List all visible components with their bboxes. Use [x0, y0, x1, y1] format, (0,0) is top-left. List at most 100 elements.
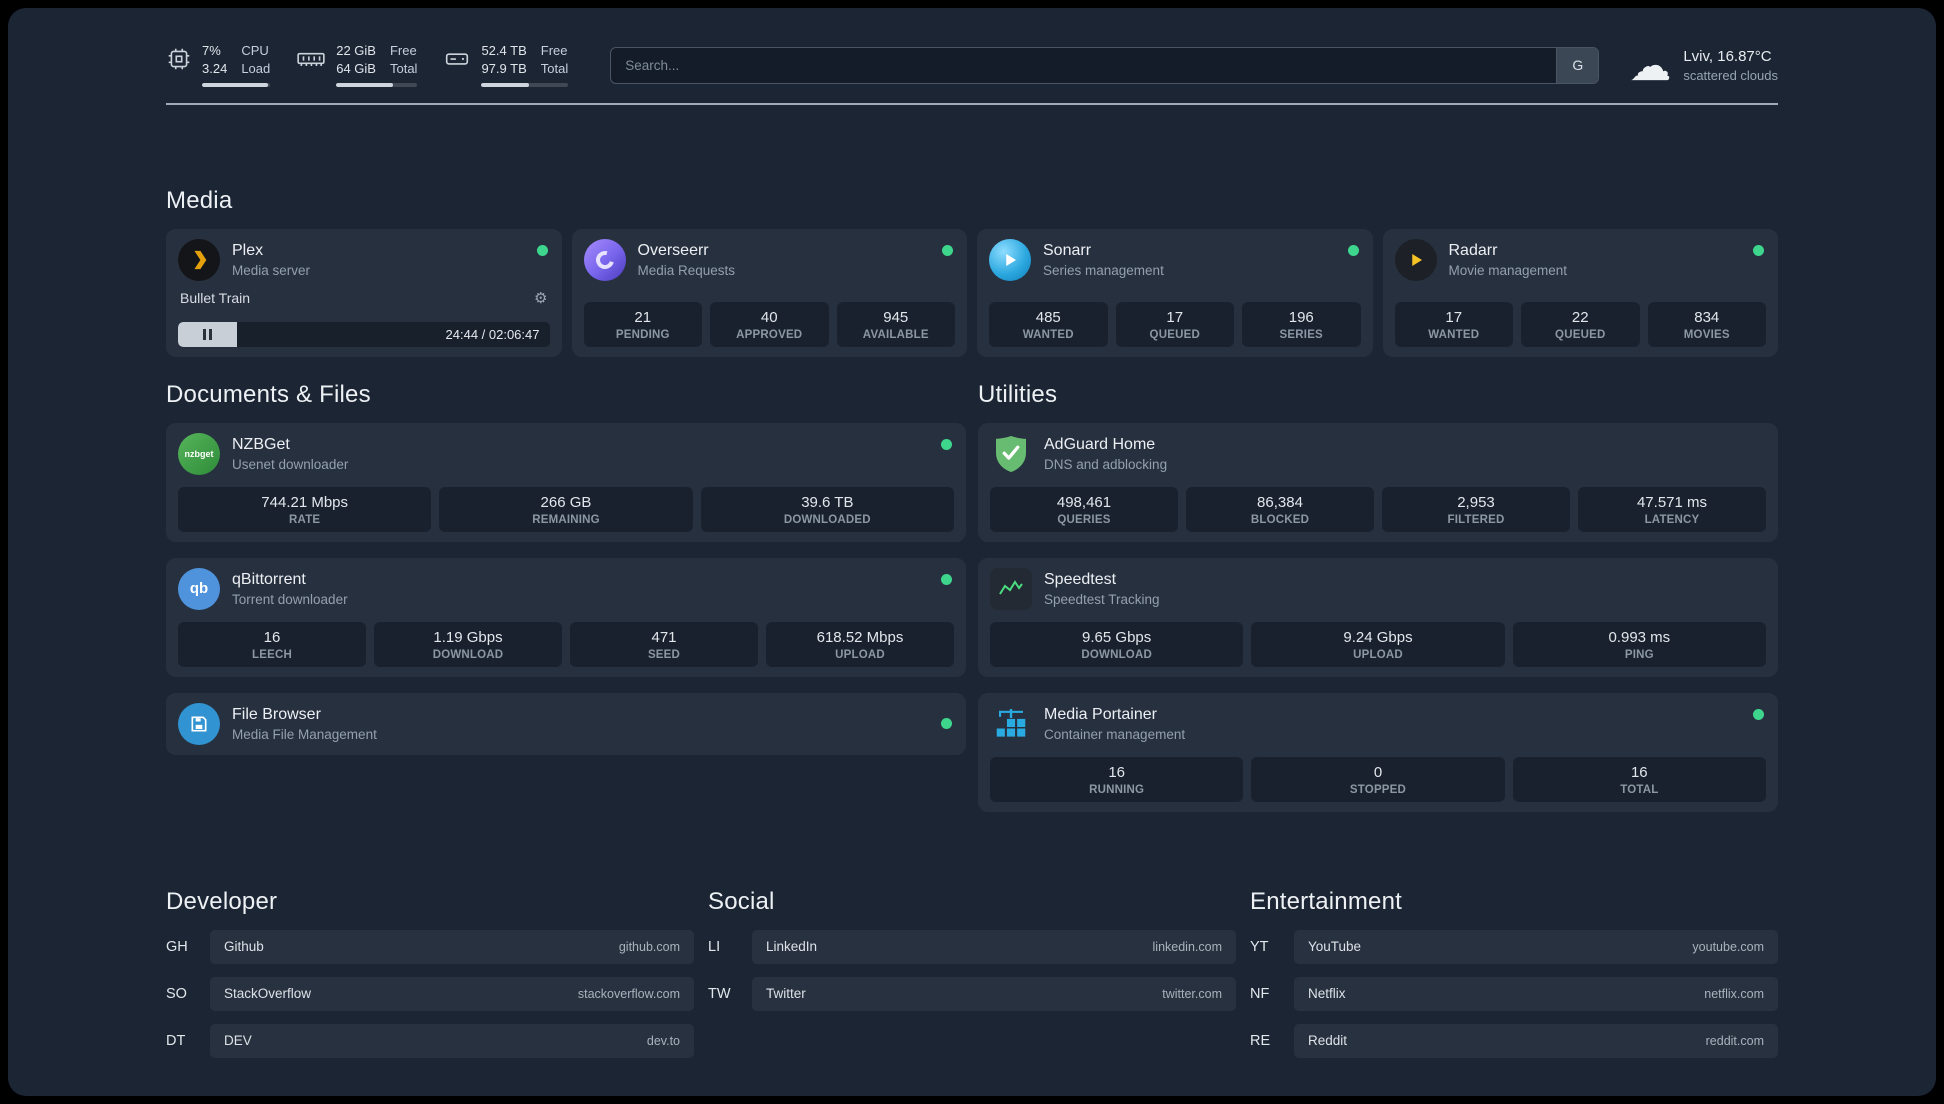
sonarr-card[interactable]: Sonarr Series management 485 WANTED 17 Q…	[977, 228, 1373, 357]
bookmark-github[interactable]: GH Github github.com	[166, 929, 694, 964]
status-dot	[536, 244, 548, 256]
memory-free-label: Free	[389, 43, 417, 58]
qbittorrent-card[interactable]: qb qBittorrent Torrent downloader 16 LEE…	[166, 557, 966, 677]
stat-box: 498,461 QUERIES	[990, 486, 1178, 532]
status-dot	[941, 573, 952, 585]
memory-usage-bar	[336, 82, 418, 87]
stat-value: 196	[1288, 308, 1314, 326]
stat-label: AVAILABLE	[862, 328, 929, 341]
search-provider-button[interactable]: G	[1556, 47, 1599, 83]
speedtest-card[interactable]: Speedtest Speedtest Tracking 9.65 Gbps D…	[978, 557, 1778, 677]
stat-label: BLOCKED	[1250, 513, 1310, 526]
service-name: File Browser	[232, 705, 321, 723]
memory-total-value: 64 GiB	[336, 60, 376, 76]
stat-box: 618.52 Mbps UPLOAD	[766, 621, 954, 667]
bookmark-name: YouTube	[1308, 939, 1362, 955]
adguard-card[interactable]: AdGuard Home DNS and adblocking 498,461 …	[978, 422, 1778, 542]
stat-box: 47.571 ms LATENCY	[1578, 486, 1766, 532]
bookmark-abbr: SO	[166, 985, 187, 1002]
service-name: Media Portainer	[1044, 705, 1157, 723]
stat-box: 39.6 TB DOWNLOADED	[700, 486, 954, 532]
overseerr-card[interactable]: Overseerr Media Requests 21 PENDING 40 A…	[571, 228, 967, 357]
section-title-media: Media	[166, 186, 233, 214]
bookmark-name: StackOverflow	[224, 986, 312, 1002]
nzbget-icon: nzbget	[178, 432, 220, 475]
speedtest-graph-icon	[990, 567, 1032, 610]
bookmark-twitter[interactable]: TW Twitter twitter.com	[708, 976, 1236, 1011]
weather-widget: ☁ Lviv, 16.87°C scattered clouds	[1629, 44, 1778, 86]
stat-label: PING	[1624, 648, 1654, 661]
service-name: AdGuard Home	[1044, 435, 1156, 453]
stat-value: 744.21 Mbps	[261, 493, 349, 511]
cpu-label: CPU	[241, 43, 269, 58]
memory-total-label: Total	[389, 60, 418, 76]
cpu-usage-bar	[202, 82, 271, 87]
stat-box: 266 GB REMAINING	[439, 486, 693, 532]
portainer-crane-icon	[990, 703, 1032, 745]
portainer-card[interactable]: Media Portainer Container management 16 …	[978, 692, 1778, 812]
plex-card[interactable]: Plex Media server Bullet Train ⚙ 24:44 /…	[166, 228, 562, 357]
stat-box: 21 PENDING	[583, 301, 702, 347]
disk-free-label: Free	[540, 43, 568, 58]
playback-progress[interactable]: 24:44 / 02:06:47	[178, 321, 550, 347]
service-desc: Speedtest Tracking	[1044, 591, 1160, 607]
stat-label: STOPPED	[1349, 783, 1407, 796]
cpu-icon	[166, 46, 192, 72]
bookmark-dev[interactable]: DT DEV dev.to	[166, 1023, 694, 1058]
bookmark-youtube[interactable]: YT YouTube youtube.com	[1250, 929, 1778, 964]
stat-box: 9.65 Gbps DOWNLOAD	[990, 621, 1244, 667]
search-input[interactable]	[610, 46, 1600, 84]
stat-value: 9.65 Gbps	[1082, 628, 1152, 646]
stat-label: MOVIES	[1683, 328, 1730, 341]
stat-box: 2,953 FILTERED	[1382, 486, 1570, 532]
stat-value: 86,384	[1257, 493, 1303, 511]
stat-value: 266 GB	[540, 493, 592, 511]
disk-usage-bar	[481, 82, 569, 87]
stat-value: 618.52 Mbps	[816, 628, 904, 646]
bookmark-name: DEV	[224, 1033, 252, 1049]
stat-value: 40	[760, 308, 778, 326]
radarr-card[interactable]: Radarr Movie management 17 WANTED 22 QUE…	[1382, 228, 1778, 357]
bookmark-reddit[interactable]: RE Reddit reddit.com	[1250, 1023, 1778, 1058]
stat-box: 22 QUEUED	[1521, 301, 1640, 347]
stat-value: 0.993 ms	[1608, 628, 1671, 646]
service-desc: Media server	[232, 262, 311, 278]
pause-button[interactable]	[203, 328, 213, 340]
stat-value: 834	[1694, 308, 1720, 326]
stat-label: PENDING	[615, 328, 670, 341]
status-dot	[941, 718, 952, 730]
status-dot	[941, 438, 952, 450]
bookmark-name: Github	[224, 939, 264, 955]
stat-value: 9.24 Gbps	[1343, 628, 1413, 646]
cpu-load-label: Load	[241, 60, 271, 76]
cpu-percent: 7%	[202, 43, 221, 58]
status-dot	[1753, 708, 1764, 720]
playback-progress-fill	[178, 321, 238, 347]
service-name: Overseerr	[637, 241, 709, 259]
stat-label: TOTAL	[1620, 783, 1659, 796]
disk-icon	[443, 46, 471, 72]
gear-icon[interactable]: ⚙	[534, 289, 547, 307]
bookmark-abbr: YT	[1250, 938, 1269, 955]
bookmark-abbr: LI	[708, 938, 721, 955]
stat-value: 21	[634, 308, 652, 326]
stat-label: UPLOAD	[835, 648, 885, 661]
stat-label: DOWNLOAD	[1081, 648, 1152, 661]
radarr-icon	[1394, 238, 1437, 281]
service-name: Sonarr	[1043, 241, 1092, 259]
nzbget-card[interactable]: nzbget NZBGet Usenet downloader 744.21 M…	[166, 422, 966, 542]
stat-box: 471 SEED	[570, 621, 758, 667]
stat-box: 744.21 Mbps RATE	[178, 486, 432, 532]
bookmark-linkedin[interactable]: LI LinkedIn linkedin.com	[708, 929, 1236, 964]
stat-value: 945	[883, 308, 909, 326]
search-bar: G	[610, 46, 1600, 84]
playback-time: 24:44 / 02:06:47	[445, 326, 540, 342]
stat-value: 0	[1373, 763, 1383, 781]
stat-label: UPLOAD	[1353, 648, 1403, 661]
filebrowser-card[interactable]: File Browser Media File Management	[166, 692, 966, 755]
stat-box: 834 MOVIES	[1647, 301, 1766, 347]
bookmark-netflix[interactable]: NF Netflix netflix.com	[1250, 976, 1778, 1011]
stat-value: 471	[651, 628, 677, 646]
bookmark-stackoverflow[interactable]: SO StackOverflow stackoverflow.com	[166, 976, 694, 1011]
bookmark-name: Reddit	[1308, 1033, 1348, 1049]
